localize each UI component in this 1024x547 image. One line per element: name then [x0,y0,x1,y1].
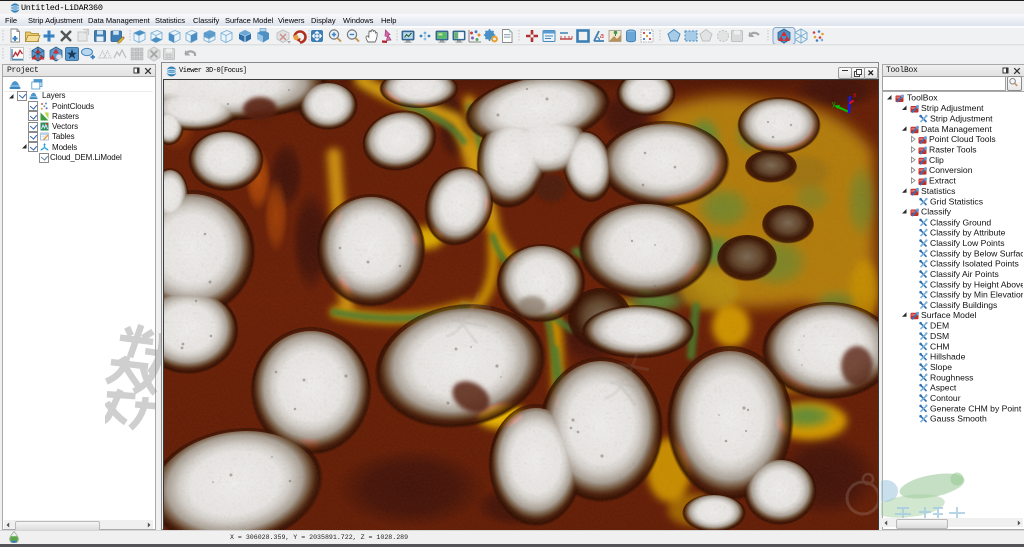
svg-text:Strip Adjustment: Strip Adjustment [930,114,993,124]
svg-text:a: a [600,33,604,40]
svg-text:Data Management: Data Management [921,124,992,134]
svg-text:CHM: CHM [930,341,950,351]
svg-text:Gauss Smooth: Gauss Smooth [930,414,987,424]
svg-text:Hillshade: Hillshade [930,352,966,362]
svg-text:Raster Tools: Raster Tools [929,145,977,155]
svg-text:Point Cloud Tools: Point Cloud Tools [929,134,996,144]
svg-text:Roughness: Roughness [930,372,973,382]
svg-text:Classify Ground: Classify Ground [930,217,991,227]
svg-text:y: y [832,101,836,108]
svg-text:Classify Air Points: Classify Air Points [930,269,999,279]
svg-text:DSM: DSM [930,331,949,341]
svg-text:Classify by Min Elevation: Classify by Min Elevation [930,290,1023,300]
svg-text:Classify by Attribute: Classify by Attribute [930,228,1006,238]
svg-text:Strip Adjustment: Strip Adjustment [921,103,984,113]
svg-text:Generate CHM by Point Clou: Generate CHM by Point Clou [930,403,1023,413]
svg-text:Classify by Height Above Gro: Classify by Height Above Gro [930,279,1023,289]
svg-text:Classify Low Points: Classify Low Points [930,238,1005,248]
svg-text:Conversion: Conversion [929,165,973,175]
svg-text:Classify Isolated Points: Classify Isolated Points [930,259,1019,269]
svg-text:Surface Model: Surface Model [921,310,977,320]
svg-text:z: z [847,97,850,104]
svg-text:x: x [853,92,857,99]
svg-text:DEM: DEM [930,321,949,331]
svg-text:Statistics: Statistics [921,186,955,196]
svg-text:Grid Statistics: Grid Statistics [930,197,983,207]
svg-text:Aspect: Aspect [930,383,957,393]
svg-text:Classify Buildings: Classify Buildings [930,300,997,310]
svg-text:Classify by Below Surface: Classify by Below Surface [930,248,1023,258]
svg-text:Contour: Contour [930,393,961,403]
svg-text:Extract: Extract [929,176,956,186]
svg-text:ToolBox: ToolBox [907,93,938,103]
svg-text:Slope: Slope [930,362,952,372]
svg-text:Clip: Clip [929,155,944,165]
svg-text:Classify: Classify [921,207,952,217]
